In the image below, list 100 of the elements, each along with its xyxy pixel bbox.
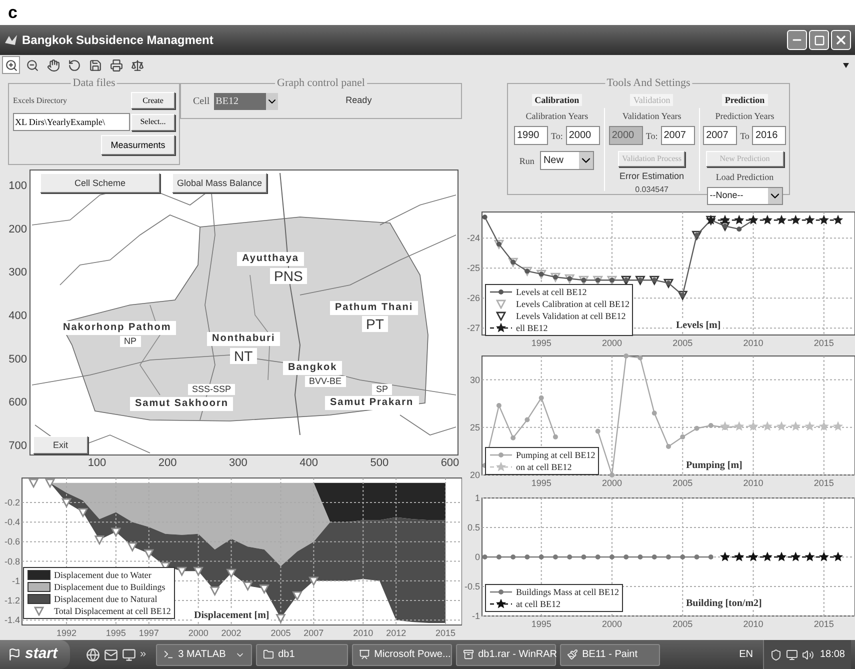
to-label: To: [551,130,563,142]
axis-tick-label: -1.2 [4,596,20,606]
axis-tick-label: 0.5 [467,522,480,532]
legend-label: Levels Calibration at cell BE12 [516,298,630,310]
legend-label: Total Displacement at cell BE12 [54,606,171,616]
axis-tick-label: 2010 [743,338,764,348]
region-code-label: SP [372,384,392,395]
axis-tick-label: 30 [470,374,480,385]
region-code-label: NP [120,336,141,347]
years-label: Validation Years [622,110,682,122]
region-code-label: SSS-SSP [188,384,236,395]
axis-tick-label: 2005 [672,338,693,348]
axis-tick-label: -24 [466,233,480,244]
axis-tick-label: -1 [472,611,480,621]
axis-label: Pumping [m] [684,460,744,472]
axis-tick-label: 2000 [602,619,622,629]
axis-tick-label: 1992 [56,628,76,638]
to-label: To: [646,130,658,142]
panel-title: Graph control panel [275,76,367,90]
run-label: Run [519,154,534,166]
directory-label: Excels Directory [13,94,67,106]
axis-tick-label: 400 [8,310,27,322]
legend-label: Displacement due to Buildings [54,582,166,592]
axis-tick-label: -0.6 [4,536,20,547]
panel-title: Tools And Settings [604,76,692,90]
region-name-label: Nakorhonp Pathom [58,321,176,335]
axis-label: Levels [m] [674,320,723,332]
axis-tick-label: 1995 [531,338,552,348]
axis-tick-label: 2010 [743,619,764,629]
years-label: Calibration Years [526,110,588,122]
axis-tick-label: -1.4 [4,615,20,626]
legend-label: Displacement due to Water [54,570,152,580]
region-name-label: Samut Prakarn [325,396,419,410]
axis-tick-label: 1 [474,493,480,503]
axis-tick-label: 300 [229,457,248,469]
figure-label: c [8,4,18,21]
axis-tick-label: -26 [466,293,480,304]
cell-label: Cell [193,94,210,108]
region-code-label: BVV-BE [305,376,346,387]
dropdown-value: BE12 [214,92,266,110]
legend-label: Levels Validation at cell BE12 [516,310,626,322]
region-code-label: PNS [270,268,307,284]
window-title: Bangkok Subsidence Managment [22,32,214,49]
legend-label: Levels at cell BE12 [516,286,587,298]
region-name-label: Ayutthaya [237,252,304,266]
axis-tick-label: 2010 [353,628,374,638]
clock: 18:08 [820,648,845,662]
axis-tick-label: 2005 [672,478,693,488]
axis-tick-label: 2010 [743,478,764,488]
legend-label: Displacement due to Natural [54,594,158,604]
region-name-label: Pathum Thani [330,301,418,315]
axis-tick-label: 500 [370,457,389,469]
axis-label: Displacement [m] [192,610,272,622]
axis-tick-label: 25 [470,422,480,432]
axis-tick-label: 2002 [221,628,242,638]
axis-tick-label: -0.8 [4,556,20,566]
region-code-label: PT [362,316,388,332]
axis-tick-label: -25 [466,263,480,274]
axis-tick-label: 2000 [188,628,208,638]
axis-tick-label: 2015 [436,628,456,638]
legend-label: Buildings Mass at cell BE12 [516,586,619,598]
to-label: To [740,130,750,142]
region-code-label: NT [230,348,257,364]
axis-tick-label: 1995 [106,628,126,638]
axis-tick-label: 1995 [531,478,552,488]
axis-tick-label: 300 [8,266,27,279]
axis-tick-label: 2012 [386,628,406,638]
legend-label: ell BE12 [516,322,548,334]
axis-tick-label: -0.4 [4,517,20,528]
load-prediction-label: Load Prediction [716,171,774,183]
legend-label: Pumping at cell BE12 [516,450,596,460]
region-name-label: Bangkok [283,361,342,375]
axis-tick-label: 2007 [304,628,324,638]
axis-tick-label: 600 [8,396,27,409]
axis-tick-label: 2015 [814,619,834,629]
axis-tick-label: -0.2 [4,498,20,508]
axis-tick-label: 2005 [270,628,291,638]
axis-tick-label: 200 [8,223,27,236]
region-name-label: Nonthaburi [207,332,280,346]
axis-tick-label: 200 [158,457,177,469]
axis-tick-label: 700 [8,440,27,452]
axis-tick-label: -27 [466,323,480,334]
axis-tick-label: 100 [88,457,106,469]
region-name-label: Samut Sakhoorn [130,397,234,411]
years-label: Prediction Years [715,110,774,122]
axis-tick-label: 100 [8,180,27,192]
axis-label: Building [ton/m2] [684,598,764,610]
axis-tick-label: 400 [300,457,318,469]
error-estimation-value: 0.034547 [635,185,668,194]
legend-label: on at cell BE12 [516,462,572,472]
dropdown-value: --None-- [710,189,744,202]
axis-tick-label: 2015 [814,338,834,348]
axis-tick-label: -1 [12,576,20,586]
axis-tick-label: 20 [470,470,480,480]
axis-tick-label: 2000 [602,338,622,348]
axis-tick-label: 500 [8,353,27,366]
axis-tick-label: 1997 [138,628,159,638]
section-heading: Calibration [532,94,582,106]
axis-tick-label: 2015 [814,478,834,488]
legend-label: at cell BE12 [516,598,560,610]
